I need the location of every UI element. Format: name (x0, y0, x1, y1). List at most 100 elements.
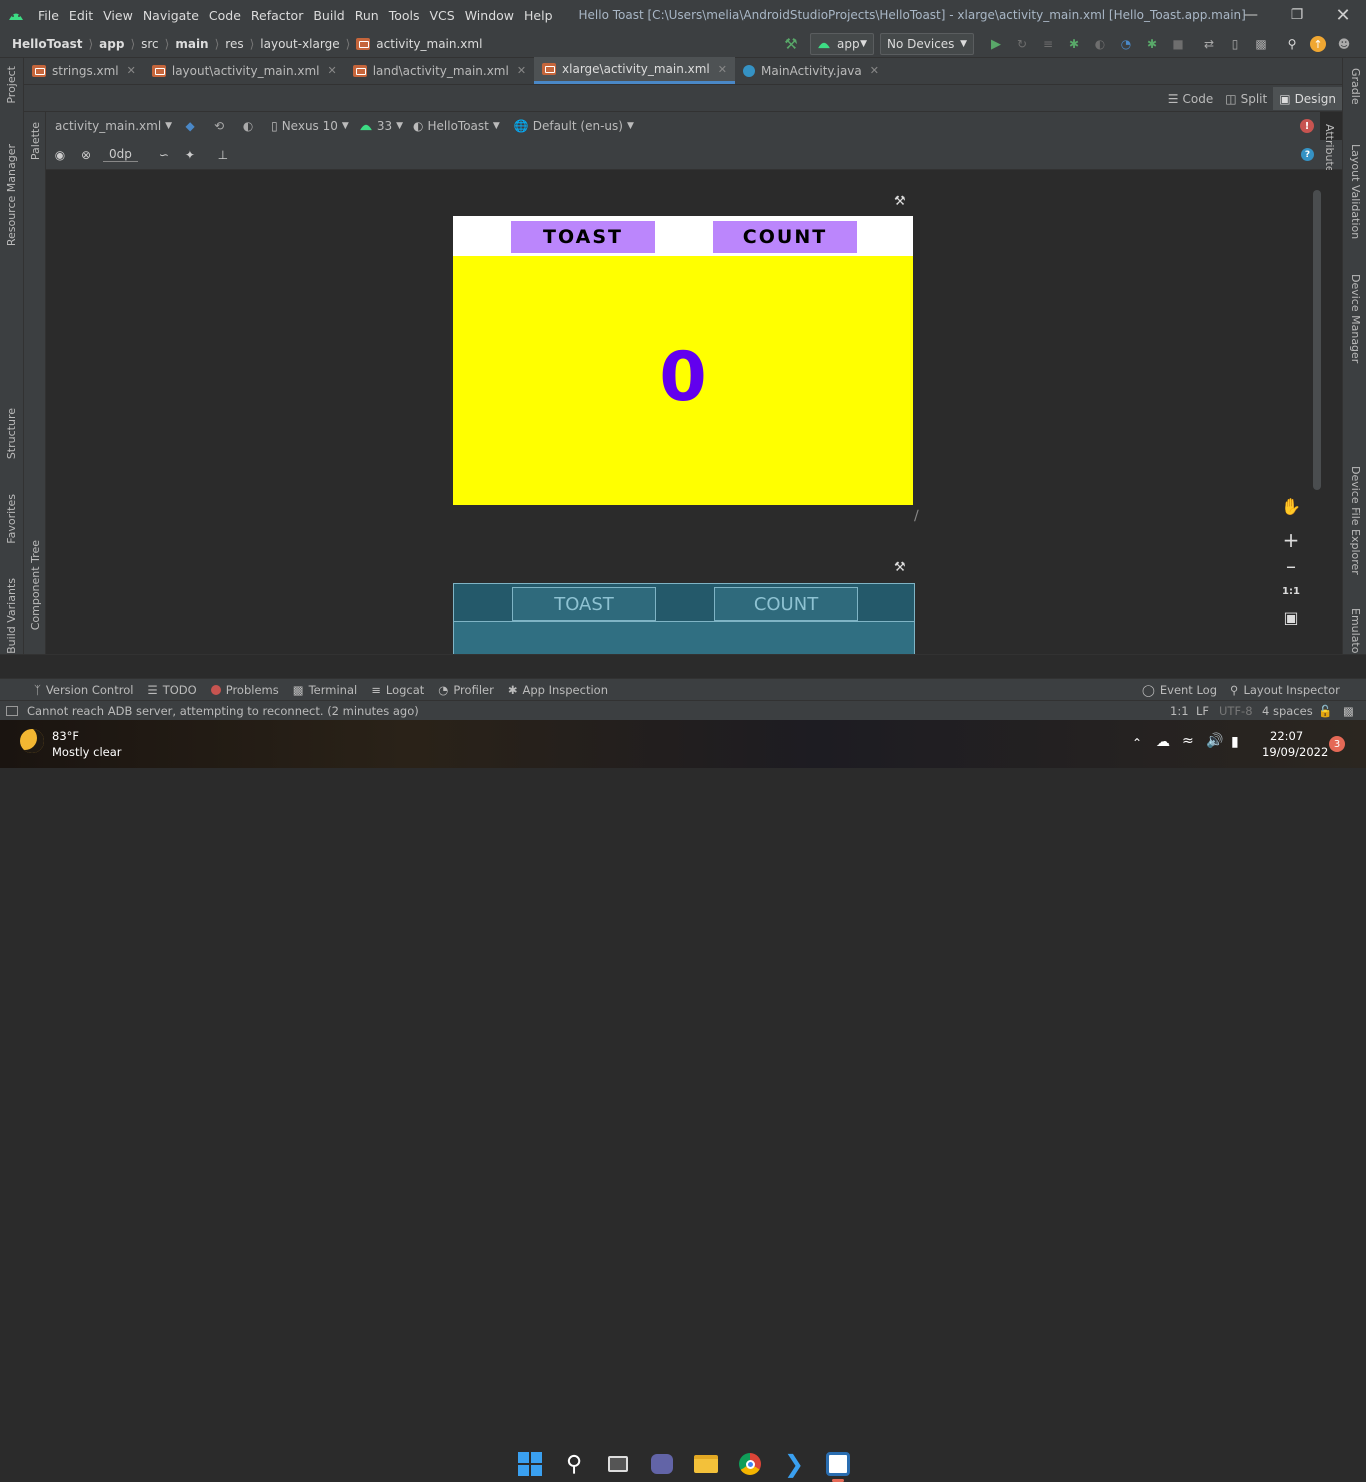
tab-layout-activity-main[interactable]: layout\activity_main.xml ✕ (144, 57, 345, 84)
android-studio-icon[interactable] (822, 1448, 854, 1480)
close-window-button[interactable]: ✕ (1320, 0, 1366, 30)
minimize-button[interactable]: — (1228, 0, 1274, 30)
onedrive-cloud-icon[interactable]: ☁ (1156, 734, 1170, 750)
breadcrumb-file[interactable]: activity_main.xml (376, 37, 482, 51)
tool-emulator[interactable]: Emulator (1349, 608, 1362, 658)
file-explorer-icon[interactable] (690, 1448, 722, 1480)
run-with-coverage-icon[interactable]: ✱ (1142, 34, 1162, 54)
tab-land-activity-main[interactable]: land\activity_main.xml ✕ (345, 57, 534, 84)
close-tab-icon[interactable]: ✕ (127, 64, 136, 77)
tool-version-control[interactable]: ᛉ Version Control (34, 683, 133, 697)
weather-temp[interactable]: 83°F (52, 729, 79, 743)
tool-palette[interactable]: Palette (29, 122, 42, 160)
wrench-icon[interactable]: ⚒ (894, 560, 906, 575)
menu-navigate[interactable]: Navigate (143, 8, 199, 23)
notification-badge[interactable]: 3 (1329, 736, 1345, 752)
design-canvas[interactable]: ⚒ TOAST COUNT 0 ∕ ⚒ TOAST COUNT ✋ + – 1:… (46, 170, 1342, 654)
guidelines-icon[interactable]: ⊥ (213, 145, 233, 165)
status-message[interactable]: Cannot reach ADB server, attempting to r… (27, 704, 419, 718)
wrench-icon[interactable]: ⚒ (894, 194, 906, 209)
help-icon[interactable]: ? (1301, 148, 1314, 161)
indent-setting[interactable]: 4 spaces (1262, 704, 1313, 718)
tool-build-variants[interactable]: Build Variants (5, 578, 18, 654)
clock-date[interactable]: 19/09/2022 (1262, 745, 1328, 759)
chrome-icon[interactable] (734, 1448, 766, 1480)
breadcrumb-main[interactable]: main (175, 37, 208, 51)
tab-strings-xml[interactable]: strings.xml ✕ (24, 57, 144, 84)
debug-icon[interactable]: ✱ (1064, 34, 1084, 54)
vscode-icon[interactable]: ❯ (778, 1448, 810, 1480)
eye-icon[interactable]: ◉ (50, 145, 70, 165)
close-tab-icon[interactable]: ✕ (328, 64, 337, 77)
device-manager-icon[interactable]: ▯ (1225, 34, 1245, 54)
menu-build[interactable]: Build (313, 8, 344, 23)
tool-device-file-explorer[interactable]: Device File Explorer (1349, 466, 1362, 575)
design-surface-icon[interactable]: ◆ (180, 116, 200, 136)
update-icon[interactable]: ↑ (1308, 34, 1328, 54)
attach-debugger-icon[interactable]: ◐ (1090, 34, 1110, 54)
tool-structure[interactable]: Structure (5, 408, 18, 459)
memory-indicator-icon[interactable]: ▩ (1343, 704, 1354, 718)
tool-terminal[interactable]: ▩ Terminal (293, 683, 357, 697)
night-mode-icon[interactable]: ◐ (238, 116, 258, 136)
tab-xlarge-activity-main[interactable]: xlarge\activity_main.xml ✕ (534, 57, 735, 84)
menu-window[interactable]: Window (465, 8, 514, 23)
zoom-fit-button[interactable]: ▣ (1278, 604, 1304, 630)
error-icon[interactable]: ! (1300, 119, 1314, 133)
breadcrumb-src[interactable]: src (141, 37, 159, 51)
search-icon[interactable]: ⚲ (1282, 34, 1302, 54)
tool-favorites[interactable]: Favorites (5, 494, 18, 544)
file-select-dropdown[interactable]: activity_main.xml ▼ (55, 119, 172, 133)
menu-edit[interactable]: Edit (69, 8, 93, 23)
design-preview[interactable]: TOAST COUNT 0 (453, 216, 913, 505)
profile-icon[interactable]: ◔ (1116, 34, 1136, 54)
autoconnect-icon[interactable]: ⊗ (76, 145, 96, 165)
stop-icon[interactable]: ■ (1168, 34, 1188, 54)
chevron-up-icon[interactable]: ⌃ (1132, 736, 1142, 750)
menu-file[interactable]: File (38, 8, 59, 23)
blueprint-count-button[interactable]: COUNT (714, 587, 858, 621)
sdk-manager-icon[interactable]: ▩ (1251, 34, 1271, 54)
wifi-icon[interactable]: ≈ (1182, 733, 1194, 749)
breadcrumb-project[interactable]: HelloToast (12, 37, 82, 51)
menu-run[interactable]: Run (355, 8, 379, 23)
clock-time[interactable]: 22:07 (1270, 729, 1303, 743)
close-tab-icon[interactable]: ✕ (517, 64, 526, 77)
blueprint-preview[interactable]: TOAST COUNT (453, 583, 915, 654)
weather-moon-icon[interactable] (20, 729, 44, 753)
pan-button[interactable]: ✋ (1278, 493, 1304, 519)
tool-logcat[interactable]: ≡ Logcat (371, 683, 424, 697)
locale-select-dropdown[interactable]: 🌐 Default (en-us) ▼ (514, 119, 634, 133)
count-textview[interactable]: 0 (453, 338, 913, 417)
panel-toggle-icon[interactable] (6, 705, 18, 716)
tool-layout-inspector[interactable]: ⚲ Layout Inspector (1230, 683, 1340, 697)
run-icon[interactable]: ▶ (986, 34, 1006, 54)
device-dropdown[interactable]: No Devices ▼ (880, 33, 974, 55)
count-button[interactable]: COUNT (713, 221, 857, 253)
file-encoding[interactable]: UTF-8 (1219, 704, 1253, 718)
device-select-dropdown[interactable]: ▯ Nexus 10 ▼ (271, 119, 349, 133)
tool-resource-manager[interactable]: Resource Manager (5, 144, 18, 246)
lock-icon[interactable]: 🔓 (1318, 704, 1332, 718)
close-tab-icon[interactable]: ✕ (870, 64, 879, 77)
menu-help[interactable]: Help (524, 8, 553, 23)
tool-project[interactable]: Project (5, 66, 18, 104)
breadcrumb-app[interactable]: app (99, 37, 124, 51)
split-mode-button[interactable]: ◫ Split (1219, 92, 1273, 106)
theme-select-dropdown[interactable]: ◐ HelloToast ▼ (413, 119, 500, 133)
breadcrumb-res[interactable]: res (225, 37, 243, 51)
zoom-out-button[interactable]: – (1278, 553, 1304, 579)
close-tab-icon[interactable]: ✕ (718, 63, 727, 76)
line-separator[interactable]: LF (1196, 704, 1209, 718)
start-button[interactable] (514, 1448, 546, 1480)
orientation-icon[interactable]: ⟲ (209, 116, 229, 136)
user-icon[interactable]: ☻ (1334, 34, 1354, 54)
tool-device-manager[interactable]: Device Manager (1349, 274, 1362, 363)
apply-code-changes-icon[interactable]: ≡ (1038, 34, 1058, 54)
toast-button[interactable]: TOAST (511, 221, 655, 253)
clear-constraints-icon[interactable]: ∽ (154, 145, 174, 165)
tool-gradle[interactable]: Gradle (1349, 68, 1362, 105)
volume-icon[interactable]: 🔊 (1206, 733, 1223, 749)
task-view-icon[interactable] (602, 1448, 634, 1480)
tab-main-activity-java[interactable]: MainActivity.java ✕ (735, 57, 887, 84)
